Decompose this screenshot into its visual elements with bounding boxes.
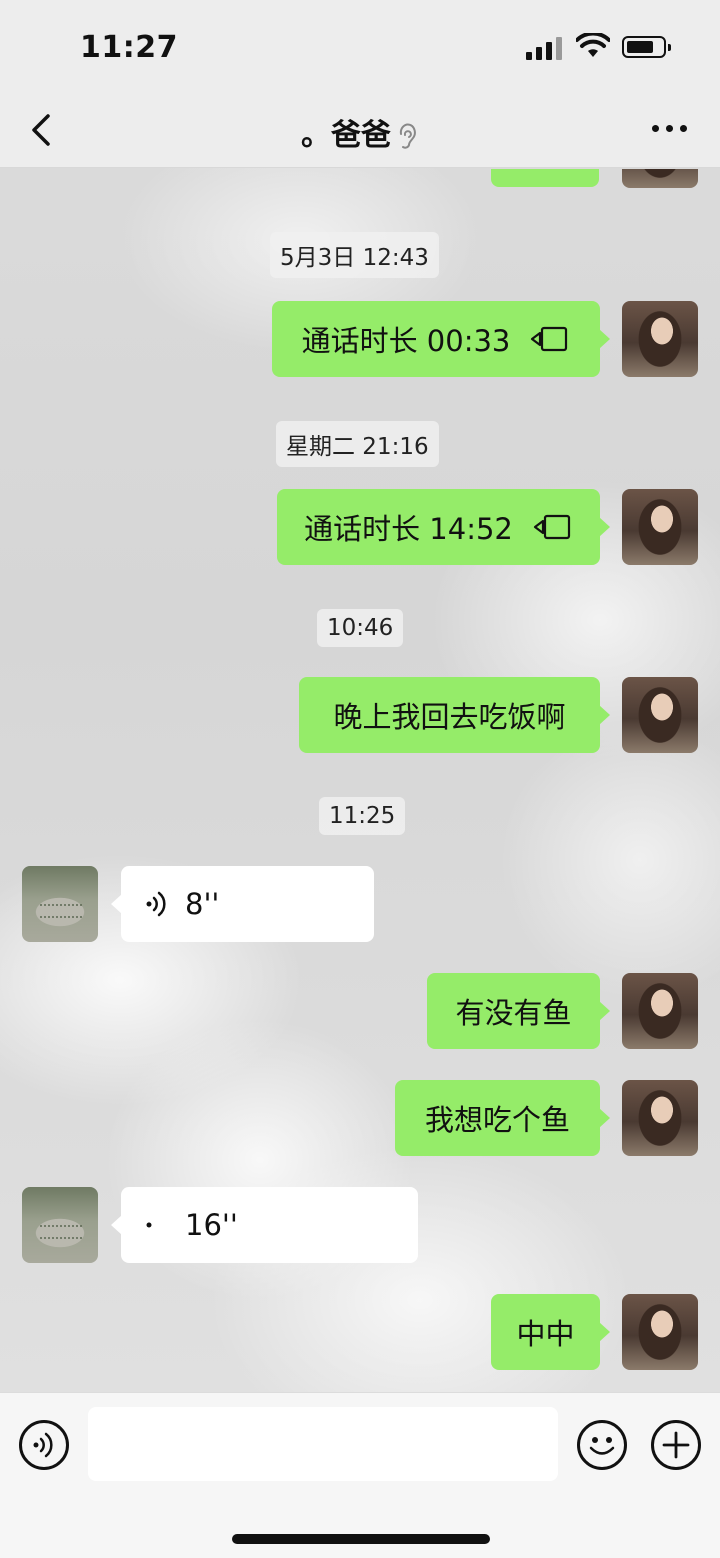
more-functions-button[interactable] (651, 1420, 701, 1470)
my-avatar[interactable] (622, 677, 698, 753)
plus-icon (662, 1431, 690, 1459)
chat-title: 。爸爸 (0, 110, 720, 154)
cellular-signal-icon (526, 36, 564, 60)
message-input[interactable] (88, 1407, 558, 1481)
message-bubble-outgoing[interactable]: 有没有鱼 (427, 973, 610, 1049)
message-text: 晚上我回去吃饭啊 (333, 700, 566, 734)
voice-duration: 8'' (185, 887, 220, 921)
battery-icon (622, 36, 671, 58)
message-bubble-outgoing[interactable]: 中中 (491, 1294, 610, 1370)
my-avatar[interactable] (622, 489, 698, 565)
emoji-icon (589, 1437, 615, 1455)
more-icon[interactable] (652, 122, 688, 134)
call-record-bubble[interactable]: 通话时长 00:33 (272, 301, 610, 377)
my-avatar[interactable] (622, 169, 698, 188)
message-list[interactable]: 5月3日 12:43 通话时长 00:33 星期二 21:16 通话时长 14:… (0, 169, 720, 1391)
voice-wave-icon (146, 891, 166, 917)
contact-name: 。爸爸 (301, 118, 391, 153)
status-bar: 11:27 (0, 0, 720, 92)
call-record-bubble[interactable]: 通话时长 14:52 (277, 489, 610, 565)
call-duration-text: 通话时长 00:33 (301, 324, 511, 358)
voice-input-icon (33, 1432, 53, 1458)
wifi-icon (576, 33, 610, 57)
video-call-icon (531, 326, 568, 352)
voice-message-bubble[interactable]: 16'' (111, 1187, 418, 1263)
my-avatar[interactable] (622, 1294, 698, 1370)
timestamp: 5月3日 12:43 (270, 232, 439, 278)
my-avatar[interactable] (622, 1080, 698, 1156)
message-text: 我想吃个鱼 (424, 1103, 570, 1137)
message-bubble-outgoing[interactable] (491, 169, 599, 187)
voice-duration: 16'' (185, 1208, 238, 1242)
chat-header: 。爸爸 (0, 92, 720, 168)
voice-input-button[interactable] (19, 1420, 69, 1470)
contact-avatar[interactable] (22, 866, 98, 942)
status-time: 11:27 (80, 30, 178, 65)
contact-avatar[interactable] (22, 1187, 98, 1263)
home-indicator[interactable] (232, 1534, 490, 1544)
video-call-icon (533, 514, 570, 540)
voice-message-bubble[interactable]: 8'' (111, 866, 374, 942)
timestamp: 10:46 (317, 609, 404, 647)
timestamp: 11:25 (319, 797, 406, 835)
my-avatar[interactable] (622, 973, 698, 1049)
ear-icon (399, 123, 416, 149)
timestamp: 星期二 21:16 (276, 421, 439, 467)
message-bubble-outgoing[interactable]: 我想吃个鱼 (395, 1080, 610, 1156)
message-bubble-outgoing[interactable]: 晚上我回去吃饭啊 (299, 677, 610, 753)
message-text: 中中 (516, 1317, 575, 1351)
voice-wave-icon (146, 1222, 152, 1228)
my-avatar[interactable] (622, 301, 698, 377)
emoji-button[interactable] (577, 1420, 627, 1470)
message-text: 有没有鱼 (455, 996, 572, 1030)
call-duration-text: 通话时长 14:52 (304, 512, 513, 546)
